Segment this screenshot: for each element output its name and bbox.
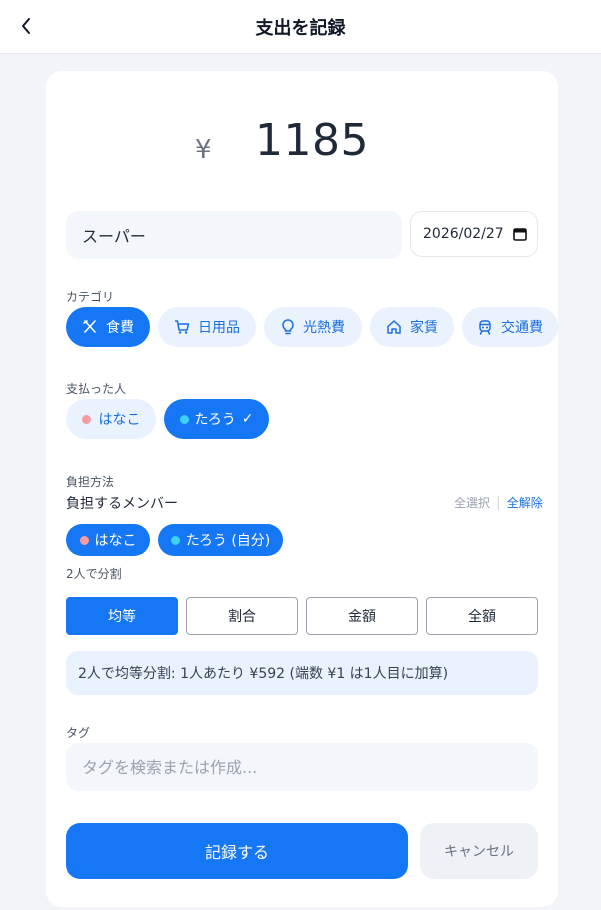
- cart-icon: [175, 320, 190, 334]
- amount-input[interactable]: 1185: [255, 115, 369, 166]
- member-select-controls: 全選択 | 全解除: [454, 494, 543, 511]
- method-equal-button[interactable]: 均等: [66, 597, 178, 635]
- category-label: カテゴリ: [66, 290, 115, 304]
- home-icon: [387, 320, 401, 334]
- expense-form-card: ¥ 1185 2026/02/27 カテゴリ 食費 日用品 光熱費 家賃 交通費…: [46, 71, 558, 907]
- burden-member-taro[interactable]: たろう (自分): [158, 524, 283, 556]
- category-chip-utilities[interactable]: 光熱費: [264, 307, 362, 347]
- category-chip-food[interactable]: 食費: [66, 307, 150, 347]
- member-color-dot: [170, 535, 180, 545]
- burden-members-label: 負担するメンバー: [66, 496, 178, 512]
- train-icon: [479, 320, 491, 335]
- description-input[interactable]: [66, 211, 402, 259]
- category-chip-rent[interactable]: 家賃: [370, 307, 454, 347]
- split-count-text: 2人で分割: [66, 567, 122, 581]
- calendar-icon[interactable]: [513, 227, 527, 241]
- tag-label: タグ: [66, 726, 91, 740]
- utensils-icon: [83, 320, 96, 333]
- method-amount-button[interactable]: 金額: [306, 597, 418, 635]
- tag-search-input[interactable]: [66, 743, 538, 791]
- cancel-button[interactable]: キャンセル: [420, 823, 538, 879]
- method-full-button[interactable]: 全額: [426, 597, 538, 635]
- currency-symbol: ¥: [195, 135, 212, 165]
- payer-chip-taro[interactable]: たろう ✓: [164, 399, 269, 439]
- burden-member-hanako[interactable]: はなこ: [66, 524, 150, 556]
- top-bar: 支出を記録: [0, 0, 601, 54]
- submit-button[interactable]: 記録する: [66, 823, 408, 879]
- category-chip-daily-goods[interactable]: 日用品: [158, 307, 256, 347]
- page-title: 支出を記録: [255, 18, 346, 39]
- lightbulb-icon: [282, 319, 294, 335]
- member-color-dot: [79, 535, 89, 545]
- burden-method-label: 負担方法: [66, 475, 115, 489]
- payer-label: 支払った人: [66, 382, 127, 396]
- member-color-dot: [179, 414, 189, 424]
- payer-chip-hanako[interactable]: はなこ: [66, 399, 156, 439]
- divider: |: [496, 494, 501, 511]
- category-chip-transport[interactable]: 交通費: [462, 307, 558, 347]
- clear-all-link[interactable]: 全解除: [507, 494, 543, 511]
- select-all-link[interactable]: 全選択: [454, 494, 490, 511]
- method-ratio-button[interactable]: 割合: [186, 597, 298, 635]
- member-color-dot: [81, 414, 91, 424]
- split-info-box: 2人で均等分割: 1人あたり ¥592 (端数 ¥1 は1人目に加算): [66, 651, 538, 695]
- check-icon: ✓: [241, 411, 254, 427]
- date-value: 2026/02/27: [423, 226, 504, 242]
- date-input[interactable]: 2026/02/27: [410, 211, 538, 257]
